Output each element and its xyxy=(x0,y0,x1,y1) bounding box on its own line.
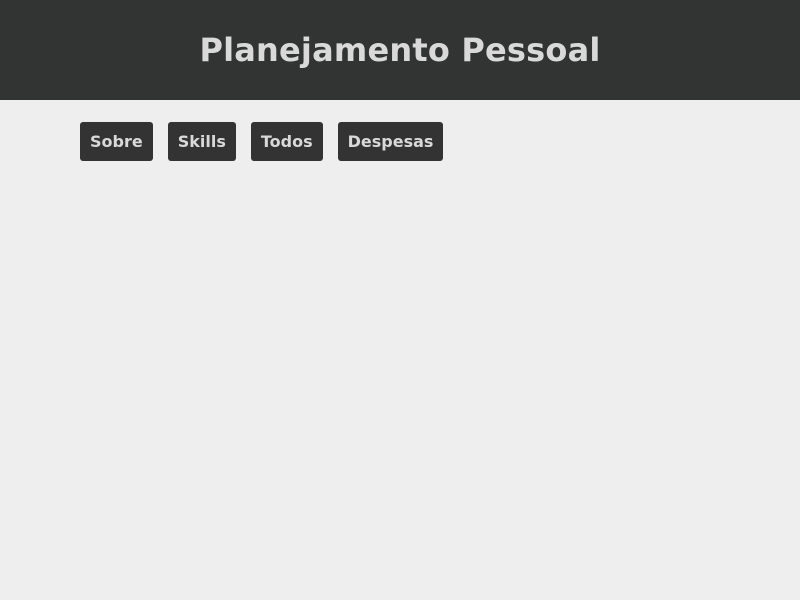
nav-button-despesas[interactable]: Despesas xyxy=(337,122,444,161)
nav-button-todos[interactable]: Todos xyxy=(250,122,323,161)
content-area xyxy=(0,161,800,600)
main-navigation: Sobre Skills Todos Despesas xyxy=(80,122,444,161)
nav-button-sobre[interactable]: Sobre xyxy=(80,122,153,161)
page-title: Planejamento Pessoal xyxy=(199,31,601,69)
app-header: Planejamento Pessoal xyxy=(0,0,800,100)
nav-button-skills[interactable]: Skills xyxy=(167,122,236,161)
